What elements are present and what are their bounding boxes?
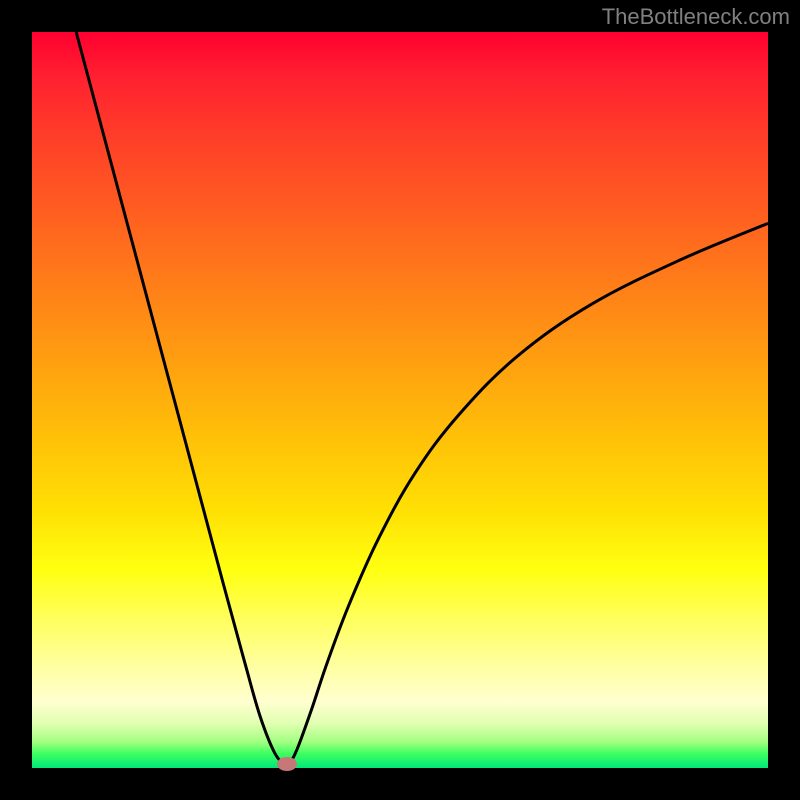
bottleneck-curve-right (287, 223, 768, 768)
minimum-marker (277, 757, 297, 771)
attribution-text: TheBottleneck.com (602, 4, 790, 30)
bottleneck-curve-left (76, 32, 287, 768)
chart-curve-svg (32, 32, 768, 768)
chart-plot-area (32, 32, 768, 768)
